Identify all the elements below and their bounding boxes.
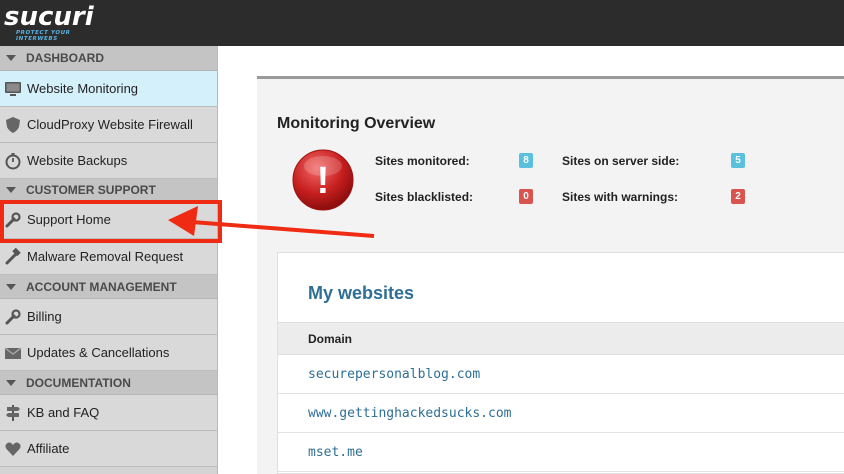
collapse-triangle-icon <box>6 55 16 61</box>
sidebar-item-label: Billing <box>27 309 62 324</box>
section-header-dashboard[interactable]: DASHBOARD <box>0 46 217 71</box>
logo-text: sucuri <box>4 2 94 32</box>
sidebar-item-label: Website Monitoring <box>27 81 139 96</box>
heart-icon <box>4 440 22 458</box>
sidebar-item-label: CloudProxy Website Firewall <box>27 117 193 132</box>
sites-warnings-label: Sites with warnings: <box>562 190 679 204</box>
sidebar-item-billing[interactable]: Billing <box>0 299 217 335</box>
section-header-customer-support[interactable]: CUSTOMER SUPPORT <box>0 179 217 201</box>
table-row: securepersonalblog.com <box>278 356 844 394</box>
sites-warnings-badge: 2 <box>731 189 745 204</box>
stopwatch-icon <box>4 152 22 170</box>
hammer-icon <box>4 247 22 266</box>
collapse-triangle-icon <box>6 186 16 193</box>
collapse-triangle-icon <box>6 379 16 386</box>
section-header-account-management[interactable]: ACCOUNT MANAGEMENT <box>0 275 217 299</box>
sidebar-item-kb-faq[interactable]: KB and FAQ <box>0 395 217 431</box>
sites-blacklisted-badge: 0 <box>519 189 533 204</box>
sidebar: DASHBOARD Website Monitoring CloudProxy … <box>0 46 218 474</box>
sucuri-logo[interactable]: sucuri PROTECT YOUR INTERWEBS <box>4 2 114 42</box>
section-header-label: CUSTOMER SUPPORT <box>26 182 156 197</box>
section-header-label: DOCUMENTATION <box>26 375 131 390</box>
sidebar-item-label: Affiliate <box>27 441 70 456</box>
sites-monitored-badge: 8 <box>519 153 533 168</box>
my-websites-card: My websites Domain securepersonalblog.co… <box>277 252 844 474</box>
sidebar-item-malware-removal[interactable]: Malware Removal Request <box>0 239 217 275</box>
section-header-documentation[interactable]: DOCUMENTATION <box>0 371 217 395</box>
sidebar-item-label: Website Backups <box>27 153 128 168</box>
domain-link[interactable]: securepersonalblog.com <box>308 367 480 382</box>
section-header-label: ACCOUNT MANAGEMENT <box>26 279 177 294</box>
sidebar-item-website-monitoring[interactable]: Website Monitoring <box>0 71 217 107</box>
shield-icon <box>4 116 22 134</box>
annotation-highlight-box <box>0 200 222 243</box>
my-websites-title: My websites <box>308 283 415 303</box>
sidebar-item-website-backups[interactable]: Website Backups <box>0 143 217 179</box>
monitor-icon <box>4 80 22 98</box>
envelope-icon <box>4 344 22 362</box>
alert-glyph: ! <box>317 160 330 202</box>
sites-server-side-label: Sites on server side: <box>562 154 680 168</box>
domain-link[interactable]: mset.me <box>308 445 363 460</box>
sidebar-item-label: Malware Removal Request <box>27 249 184 264</box>
alert-exclamation-icon: ! <box>292 149 354 211</box>
logo-tagline: PROTECT YOUR INTERWEBS <box>16 30 71 42</box>
wrench-icon <box>4 308 22 326</box>
section-header-label: DASHBOARD <box>26 51 104 65</box>
monitoring-overview-title: Monitoring Overview <box>277 115 436 132</box>
sidebar-item-affiliate[interactable]: Affiliate <box>0 431 217 467</box>
sidebar-item-label: KB and FAQ <box>27 405 100 420</box>
table-row: www.gettinghackedsucks.com <box>278 395 844 433</box>
top-bar: sucuri PROTECT YOUR INTERWEBS <box>0 0 844 46</box>
sites-monitored-label: Sites monitored: <box>375 154 470 168</box>
domain-link[interactable]: www.gettinghackedsucks.com <box>308 406 512 421</box>
table-row: mset.me <box>278 434 844 472</box>
signpost-icon <box>4 404 22 422</box>
sidebar-item-cloudproxy-firewall[interactable]: CloudProxy Website Firewall <box>0 107 217 143</box>
sites-server-side-badge: 5 <box>731 153 745 168</box>
sidebar-item-updates-cancellations[interactable]: Updates & Cancellations <box>0 335 217 371</box>
table-header: Domain <box>278 322 844 355</box>
column-header-domain[interactable]: Domain <box>308 332 352 346</box>
collapse-triangle-icon <box>6 283 16 290</box>
sites-blacklisted-label: Sites blacklisted: <box>375 190 474 204</box>
sidebar-item-label: Updates & Cancellations <box>27 345 170 360</box>
